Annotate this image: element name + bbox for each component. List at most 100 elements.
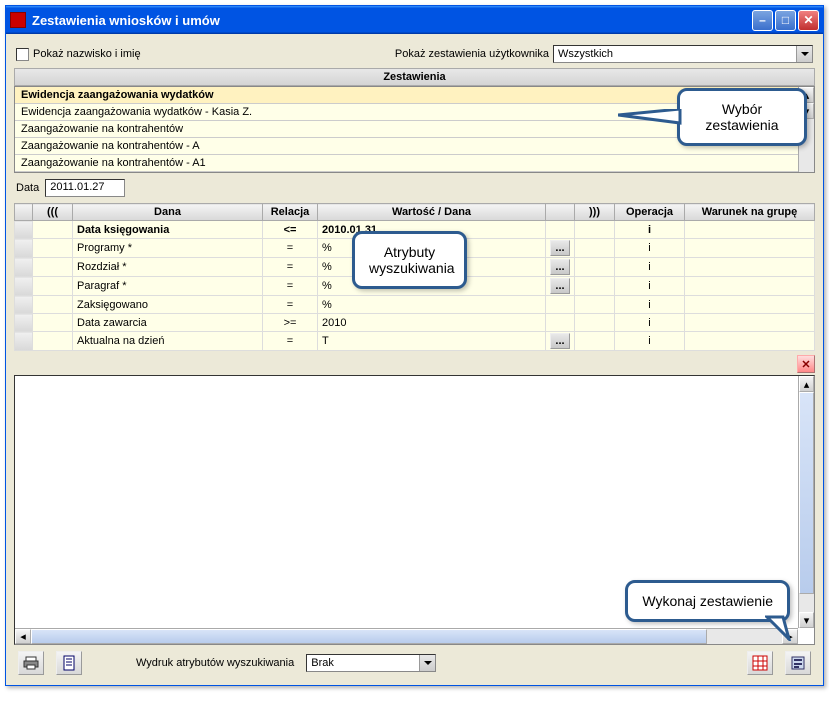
cell-close[interactable] [575, 314, 615, 332]
cell-operacja[interactable]: i [615, 332, 685, 351]
printer-icon [23, 655, 39, 671]
cell-warunek[interactable] [685, 277, 815, 296]
cell-dana[interactable]: Aktualna na dzień [73, 332, 263, 351]
scroll-left-icon[interactable]: ◂ [15, 629, 31, 644]
cell-picker[interactable]: ... [546, 277, 575, 296]
callout-execute-report: Wykonaj zestawienie [625, 580, 790, 622]
cell-wartosc[interactable]: 2010 [318, 314, 546, 332]
execute-icon [790, 655, 806, 671]
table-row[interactable]: Aktualna na dzień=T... i [15, 332, 815, 351]
show-name-label: Pokaż nazwisko i imię [33, 48, 141, 60]
row-selector[interactable] [15, 277, 33, 296]
cell-close[interactable] [575, 277, 615, 296]
reports-list-header: Zestawienia [14, 68, 815, 86]
cell-close[interactable] [575, 258, 615, 277]
scroll-thumb[interactable] [799, 392, 814, 594]
row-selector[interactable] [15, 258, 33, 277]
results-v-scrollbar[interactable]: ▴ ▾ [798, 376, 814, 628]
cell-close[interactable] [575, 332, 615, 351]
cell-relacja[interactable]: >= [263, 314, 318, 332]
cell-picker[interactable]: ... [546, 332, 575, 351]
show-name-checkbox[interactable] [16, 48, 29, 61]
cell-warunek[interactable] [685, 239, 815, 258]
print-attrs-dropdown[interactable]: Brak [306, 654, 436, 672]
cell-dana[interactable]: Paragraf * [73, 277, 263, 296]
cell-open[interactable] [33, 277, 73, 296]
cell-open[interactable] [33, 258, 73, 277]
print-button[interactable] [18, 651, 44, 675]
col-warunek: Warunek na grupę [685, 204, 815, 221]
col-relacja: Relacja [263, 204, 318, 221]
date-input[interactable]: 2011.01.27 [45, 179, 125, 197]
cell-wartosc[interactable]: % [318, 296, 546, 314]
cell-warunek[interactable] [685, 258, 815, 277]
results-area: ▴ ▾ ◂ ▸ Wykonaj zestawienie [14, 375, 815, 645]
cell-relacja[interactable]: = [263, 239, 318, 258]
list-item[interactable]: Zaangażowanie na kontrahentów - A1 [15, 155, 814, 172]
cell-warunek[interactable] [685, 314, 815, 332]
export-button[interactable] [56, 651, 82, 675]
ellipsis-button[interactable]: ... [550, 240, 570, 256]
cell-relacja[interactable]: = [263, 332, 318, 351]
row-selector[interactable] [15, 239, 33, 258]
cell-dana[interactable]: Programy * [73, 239, 263, 258]
cell-open[interactable] [33, 221, 73, 239]
row-selector[interactable] [15, 332, 33, 351]
execute-report-button[interactable] [785, 651, 811, 675]
cell-close[interactable] [575, 239, 615, 258]
results-h-scrollbar[interactable]: ◂ ▸ [15, 628, 798, 644]
cell-operacja[interactable]: i [615, 239, 685, 258]
table-row[interactable]: Data zawarcia>=2010 i [15, 314, 815, 332]
cell-open[interactable] [33, 332, 73, 351]
row-selector[interactable] [15, 314, 33, 332]
print-attrs-value: Brak [311, 657, 334, 669]
cell-picker[interactable] [546, 314, 575, 332]
cell-close[interactable] [575, 296, 615, 314]
cell-dana[interactable]: Rozdział * [73, 258, 263, 277]
dropdown-arrow-icon [419, 655, 435, 671]
cell-relacja[interactable]: = [263, 296, 318, 314]
cell-dana[interactable]: Data zawarcia [73, 314, 263, 332]
cell-warunek[interactable] [685, 221, 815, 239]
cell-warunek[interactable] [685, 332, 815, 351]
callout-search-attributes: Atrybuty wyszukiwania [352, 231, 467, 289]
scroll-up-icon[interactable]: ▴ [799, 376, 814, 392]
callout-select-report: Wybór zestawienia [677, 88, 807, 146]
cell-relacja[interactable]: <= [263, 221, 318, 239]
col-close: ))) [575, 204, 615, 221]
cell-picker[interactable] [546, 221, 575, 239]
minimize-button[interactable]: – [752, 10, 773, 31]
cell-picker[interactable]: ... [546, 258, 575, 277]
cell-relacja[interactable]: = [263, 277, 318, 296]
cell-relacja[interactable]: = [263, 258, 318, 277]
cell-operacja[interactable]: i [615, 296, 685, 314]
cell-open[interactable] [33, 314, 73, 332]
cell-operacja[interactable]: i [615, 258, 685, 277]
maximize-button[interactable]: □ [775, 10, 796, 31]
table-row[interactable]: Zaksięgowano=% i [15, 296, 815, 314]
cell-operacja[interactable]: i [615, 221, 685, 239]
cell-wartosc[interactable]: T [318, 332, 546, 351]
cell-picker[interactable]: ... [546, 239, 575, 258]
cell-operacja[interactable]: i [615, 314, 685, 332]
cell-warunek[interactable] [685, 296, 815, 314]
cell-open[interactable] [33, 239, 73, 258]
ellipsis-button[interactable]: ... [550, 259, 570, 275]
scroll-down-icon[interactable]: ▾ [799, 612, 814, 628]
row-selector[interactable] [15, 296, 33, 314]
ellipsis-button[interactable]: ... [550, 278, 570, 294]
cell-dana[interactable]: Zaksięgowano [73, 296, 263, 314]
cell-open[interactable] [33, 296, 73, 314]
cell-close[interactable] [575, 221, 615, 239]
cell-dana[interactable]: Data księgowania [73, 221, 263, 239]
close-button[interactable]: ✕ [798, 10, 819, 31]
row-selector[interactable] [15, 221, 33, 239]
grid-view-button[interactable] [747, 651, 773, 675]
ellipsis-button[interactable]: ... [550, 333, 570, 349]
close-panel-button[interactable]: ✕ [797, 355, 815, 373]
col-dana: Dana [73, 204, 263, 221]
cell-picker[interactable] [546, 296, 575, 314]
scroll-thumb[interactable] [31, 629, 707, 644]
cell-operacja[interactable]: i [615, 277, 685, 296]
user-filter-dropdown[interactable]: Wszystkich [553, 45, 813, 63]
